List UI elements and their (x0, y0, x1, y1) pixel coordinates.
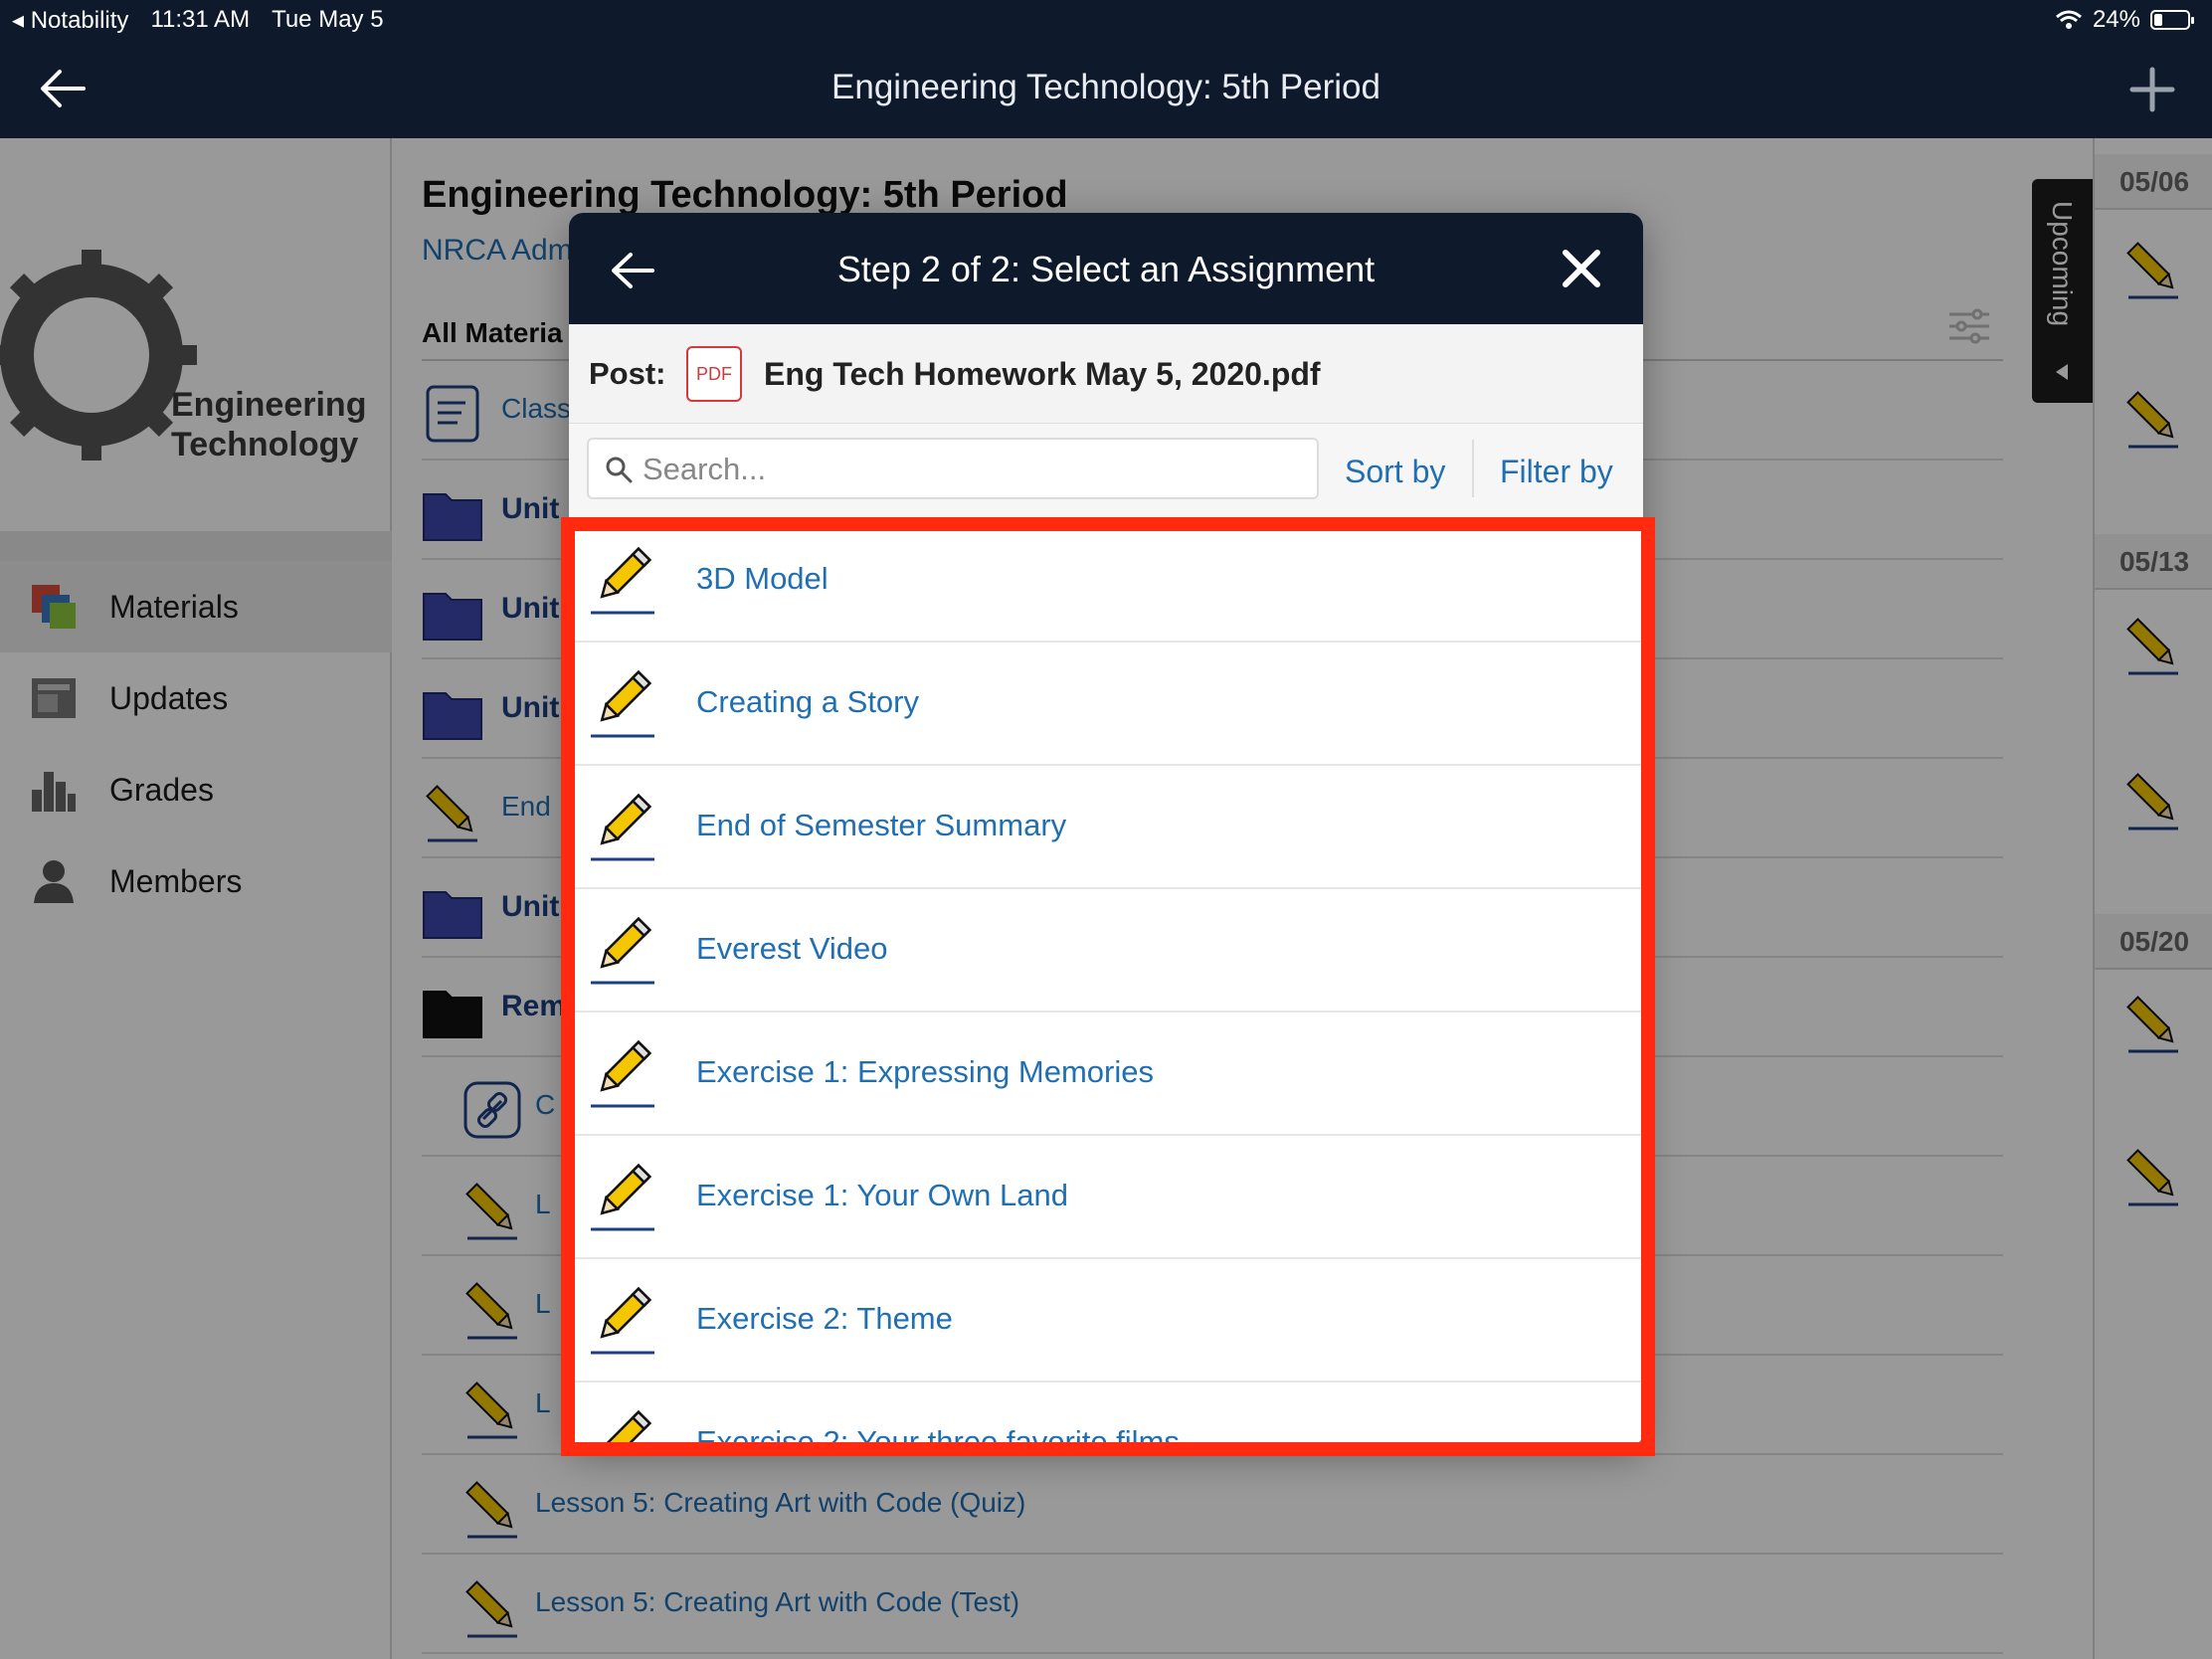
search-field[interactable] (587, 438, 1319, 499)
close-icon[interactable] (1560, 247, 1603, 290)
battery-icon (2150, 10, 2194, 30)
add-icon[interactable] (2128, 66, 2176, 113)
search-bar: Sort by Filter by (569, 424, 1643, 519)
battery-percent: 24% (2092, 6, 2140, 33)
file-name: Eng Tech Homework May 5, 2020.pdf (764, 356, 1321, 392)
modal-header: Step 2 of 2: Select an Assignment (569, 213, 1643, 324)
search-input[interactable] (643, 448, 1299, 491)
status-date: Tue May 5 (272, 6, 384, 33)
back-to-app-link[interactable]: ◂ Notability (12, 6, 128, 35)
divider (1472, 440, 1474, 497)
status-bar: ◂ Notability 11:31 AM Tue May 5 24% (0, 0, 2212, 40)
status-time: 11:31 AM (150, 6, 251, 33)
pdf-icon: PDF (686, 346, 742, 402)
post-label: Post: (589, 356, 666, 391)
search-icon (606, 457, 633, 483)
wifi-icon (2055, 10, 2082, 29)
sort-by-button[interactable]: Sort by (1345, 454, 1445, 490)
nav-title: Engineering Technology: 5th Period (831, 68, 1381, 106)
filter-by-button[interactable]: Filter by (1500, 454, 1613, 490)
post-file-row: Post: PDF Eng Tech Homework May 5, 2020.… (569, 324, 1643, 424)
top-bar: ◂ Notability 11:31 AM Tue May 5 24% Engi… (0, 0, 2212, 138)
highlight-box (561, 517, 1655, 1456)
modal-title: Step 2 of 2: Select an Assignment (836, 249, 1376, 289)
